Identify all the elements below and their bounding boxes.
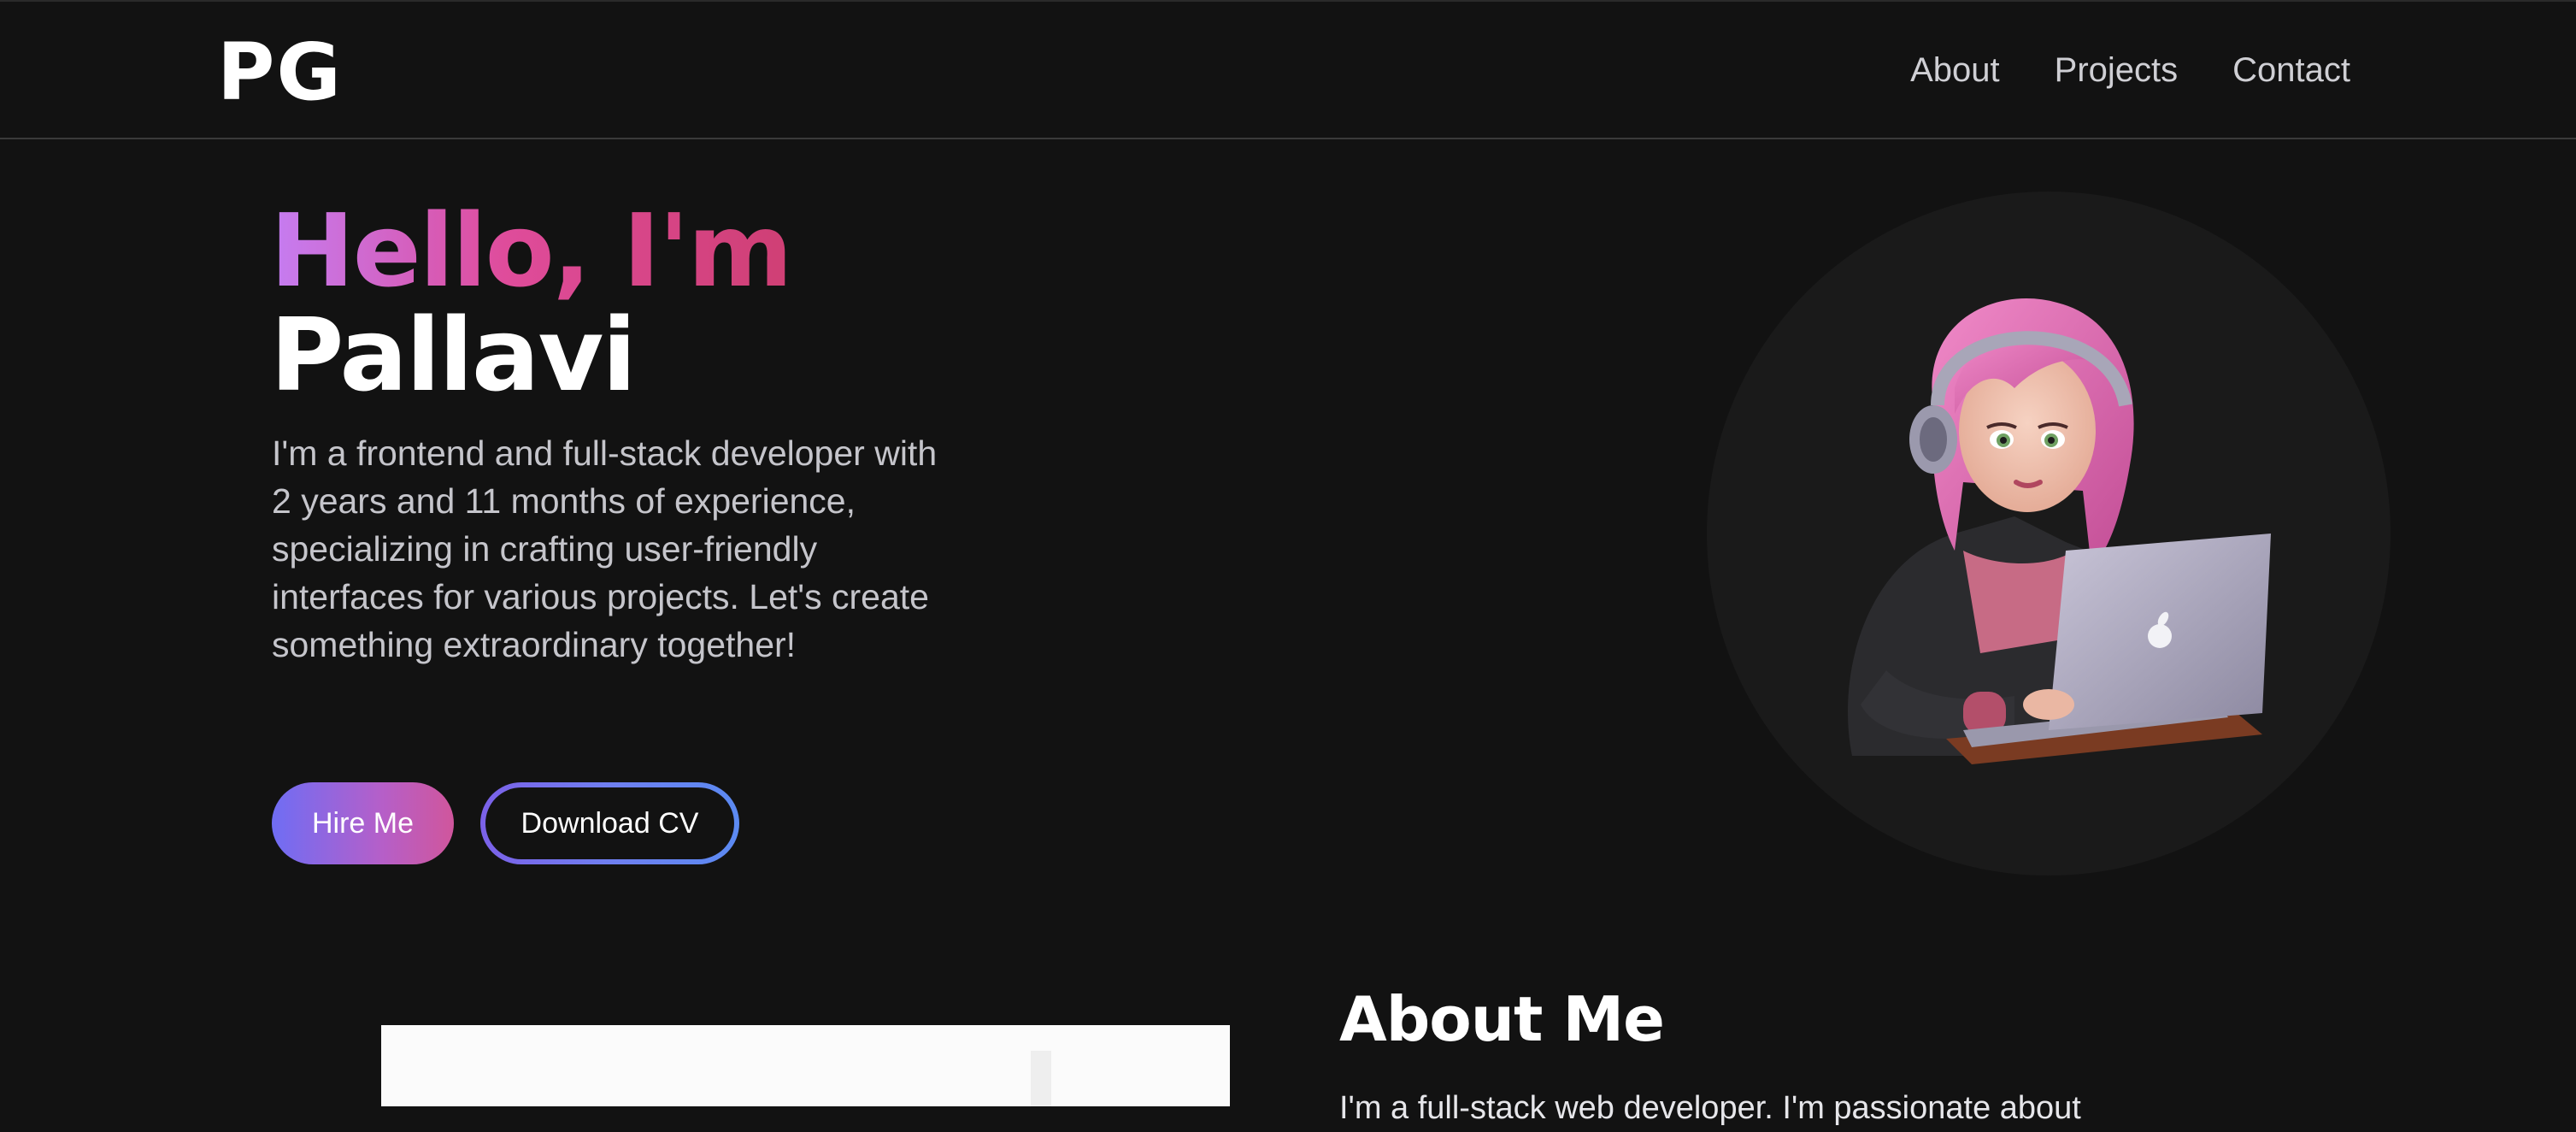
hero-description: I'm a frontend and full-stack developer …	[272, 433, 938, 664]
download-cv-button[interactable]: Download CV	[480, 782, 739, 864]
nav-link-contact[interactable]: Contact	[2232, 44, 2350, 96]
download-cv-label[interactable]: Download CV	[485, 787, 734, 859]
navbar: PG About Projects Contact	[0, 0, 2576, 139]
about-image	[381, 1025, 1230, 1106]
hero-greeting: Hello, I'm	[270, 192, 793, 310]
nav-link-projects[interactable]: Projects	[2055, 44, 2179, 96]
about-image-detail	[1031, 1051, 1051, 1106]
nav-links: About Projects Contact	[1910, 44, 2350, 96]
developer-girl-avatar-icon	[1848, 298, 2271, 764]
hero-name: Pallavi	[270, 296, 637, 414]
about-text: I'm a full-stack web developer. I'm pass…	[1339, 1090, 2081, 1126]
nav-link-about[interactable]: About	[1910, 44, 2000, 96]
hire-me-button[interactable]: Hire Me	[272, 782, 454, 864]
site-logo[interactable]: PG	[217, 26, 343, 120]
hero-title: Hello, I'm Pallavi	[270, 192, 793, 414]
avatar	[1707, 192, 2391, 876]
about-title: About Me	[1339, 983, 1665, 1055]
